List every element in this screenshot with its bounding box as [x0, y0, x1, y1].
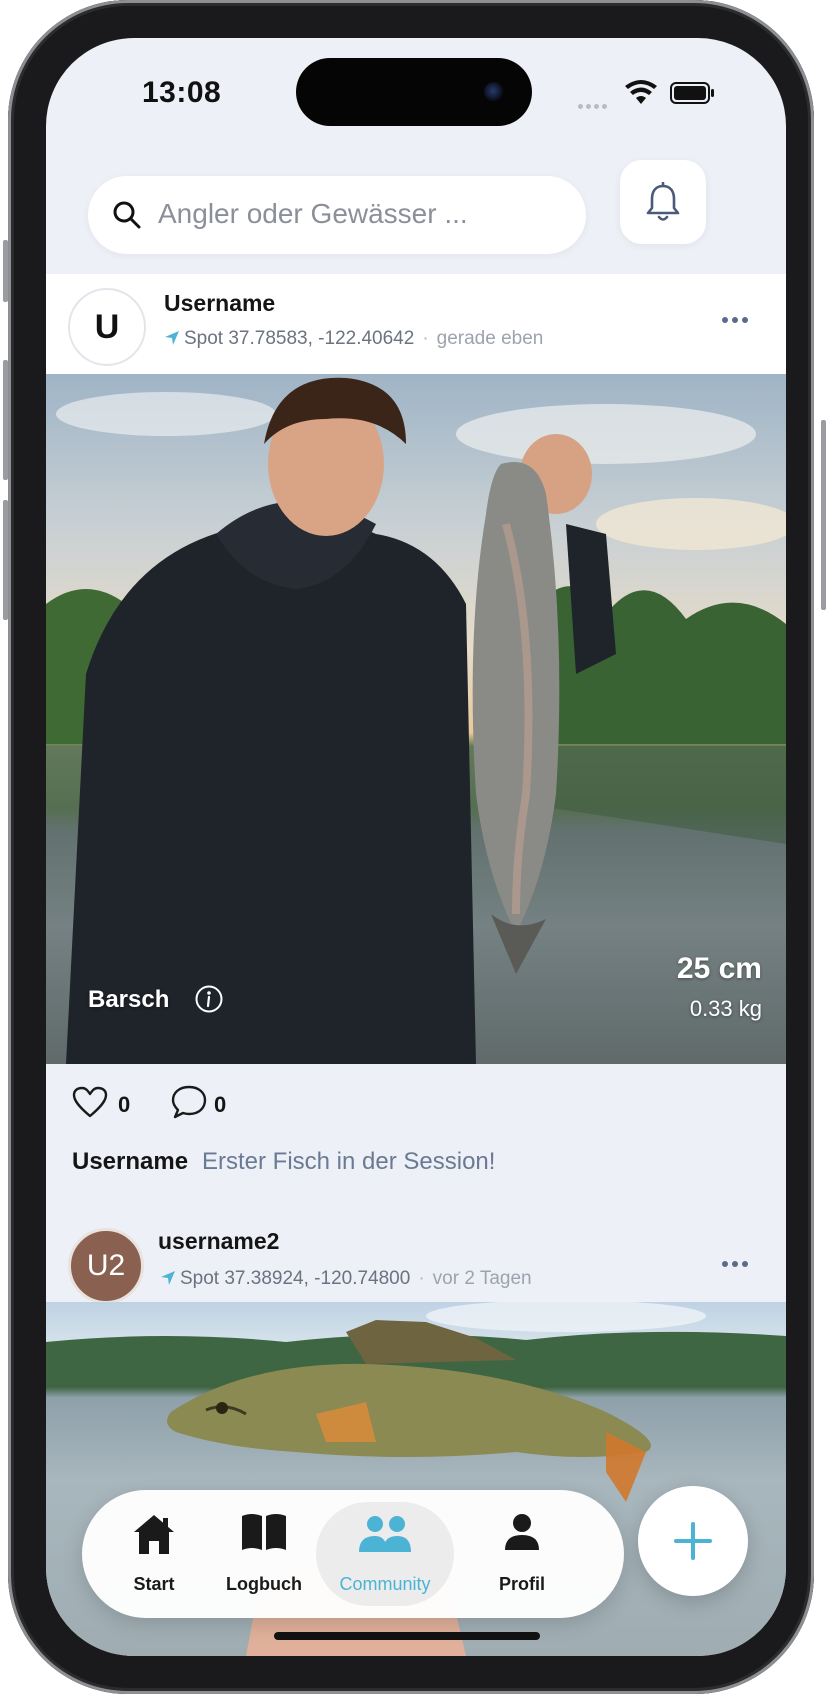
camera-icon: [484, 82, 504, 102]
search-input[interactable]: Angler oder Gewässer ...: [88, 176, 586, 254]
spot-coordinates: Spot 37.78583, -122.40642: [184, 328, 415, 349]
avatar[interactable]: U: [68, 288, 146, 366]
post-time: gerade eben: [436, 328, 544, 349]
book-icon: [242, 1514, 286, 1550]
tab-label: Start: [133, 1574, 175, 1594]
tab-logbuch[interactable]: Logbuch: [204, 1490, 324, 1618]
post-time: vor 2 Tagen: [432, 1268, 532, 1289]
person-icon: [505, 1514, 539, 1550]
separator-dot: ·: [422, 328, 429, 349]
signal-dots-icon: [578, 96, 612, 109]
heart-icon[interactable]: [72, 1086, 108, 1118]
avatar[interactable]: U2: [68, 1228, 144, 1304]
more-options-icon[interactable]: [722, 310, 752, 323]
people-icon: [359, 1516, 411, 1552]
post-header: U Username Spot 37.78583, -122.40642 · ger…: [46, 274, 786, 374]
battery-icon: [670, 82, 714, 104]
catch-photo-illustration: [46, 377, 786, 1064]
dynamic-island: [296, 58, 532, 126]
tab-label: Community: [339, 1574, 431, 1594]
catch-photo[interactable]: Barsch 25 cm 0.33 kg: [46, 374, 786, 1064]
status-time: 13:08: [142, 76, 222, 109]
tab-bar: Start Logbuch Community Profil: [82, 1490, 624, 1618]
comment-icon[interactable]: [170, 1084, 208, 1120]
post-username[interactable]: username2: [158, 1228, 279, 1255]
info-icon[interactable]: [194, 984, 224, 1014]
side-button: [3, 500, 8, 620]
bell-icon: [646, 182, 680, 221]
side-button: [3, 360, 8, 480]
caption-text: Erster Fisch in der Session!: [202, 1148, 496, 1175]
comment-count: 0: [214, 1092, 227, 1117]
plus-icon: [674, 1522, 712, 1560]
tab-community[interactable]: Community: [316, 1502, 454, 1606]
app-screen: 13:08 Angler oder Gewässer ... U Usernam…: [46, 38, 786, 1656]
location-arrow-icon: [161, 1271, 175, 1285]
more-options-icon[interactable]: [722, 1254, 752, 1267]
post-actions: 0 0 Username Erster Fisch in der Session…: [46, 1064, 786, 1214]
tab-label: Profil: [498, 1574, 545, 1594]
post-username[interactable]: Username: [164, 290, 275, 317]
fish-weight: 0.33 kg: [689, 996, 762, 1021]
side-button: [821, 420, 826, 610]
tab-profil[interactable]: Profil: [462, 1490, 582, 1618]
search-icon: [113, 201, 141, 229]
like-count: 0: [118, 1092, 131, 1117]
post-location: Spot 37.78583, -122.40642 · gerade eben: [164, 328, 543, 350]
search-placeholder: Angler oder Gewässer ...: [158, 198, 468, 229]
tab-start[interactable]: Start: [94, 1490, 214, 1618]
tab-label: Logbuch: [226, 1574, 302, 1594]
species-label: Barsch: [88, 986, 170, 1013]
add-catch-button[interactable]: [638, 1486, 748, 1596]
separator-dot: ·: [418, 1268, 425, 1289]
side-button: [3, 240, 8, 302]
location-arrow-icon: [165, 331, 179, 345]
spot-coordinates: Spot 37.38924, -120.74800: [180, 1268, 411, 1289]
home-indicator[interactable]: [274, 1632, 540, 1640]
post-location: Spot 37.38924, -120.74800 · vor 2 Tagen: [160, 1268, 532, 1290]
caption-username[interactable]: Username: [72, 1148, 188, 1176]
home-icon: [134, 1515, 174, 1554]
fish-length: 25 cm: [676, 952, 762, 985]
notifications-button[interactable]: [620, 160, 706, 244]
wifi-icon: [625, 80, 657, 104]
